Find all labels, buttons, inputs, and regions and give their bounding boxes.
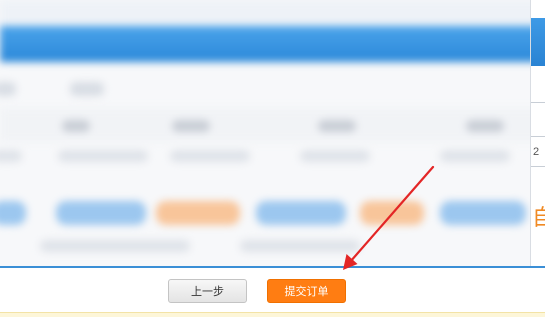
side-divider xyxy=(531,136,545,137)
blurred-button xyxy=(360,201,424,225)
submit-order-button[interactable]: 提交订单 xyxy=(267,279,346,303)
blurred-order-form: 2 自 xyxy=(0,0,545,266)
blurred-row-cell xyxy=(170,150,250,162)
blurred-row-cell xyxy=(300,150,370,162)
blurred-top-band xyxy=(0,0,545,26)
side-divider xyxy=(531,102,545,103)
blurred-row-cell xyxy=(440,150,510,162)
blurred-button xyxy=(56,201,146,225)
blurred-header-cell xyxy=(172,120,210,132)
previous-step-button[interactable]: 上一步 xyxy=(168,279,247,303)
blurred-header-cell xyxy=(318,120,356,132)
order-action-bar: 上一步 提交订单 xyxy=(0,266,545,314)
blurred-row-cell xyxy=(40,240,190,252)
blurred-content xyxy=(0,0,545,266)
blurred-button xyxy=(440,201,526,225)
side-window-header xyxy=(531,18,545,66)
blurred-button xyxy=(0,201,26,225)
blurred-row-cell xyxy=(0,150,22,162)
blurred-header-bar xyxy=(0,26,545,62)
blurred-header-cell xyxy=(466,120,504,132)
blurred-header-cell xyxy=(62,120,90,132)
blurred-tab xyxy=(0,82,16,96)
blurred-row-cell xyxy=(58,150,148,162)
blurred-tab xyxy=(70,82,104,96)
blurred-button xyxy=(156,201,240,225)
blurred-button xyxy=(256,201,346,225)
side-window: 2 自 xyxy=(530,0,545,266)
blurred-row-cell xyxy=(240,240,360,252)
notice-strip xyxy=(0,312,545,317)
order-page: 2 自 上一步 提交订单 xyxy=(0,0,545,317)
side-divider xyxy=(531,166,545,167)
side-accent-char: 自 xyxy=(532,200,545,232)
side-digit: 2 xyxy=(533,146,540,158)
